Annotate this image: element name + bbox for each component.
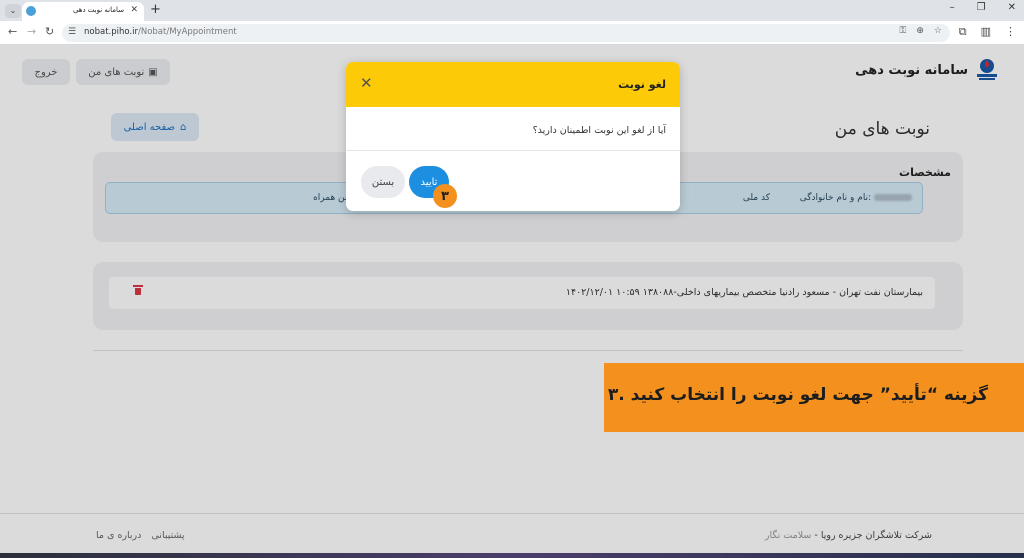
forward-icon[interactable]: →: [27, 25, 36, 38]
url-input[interactable]: ☰ nobat.piho.ir/Nobat/MyAppointment ⚿ ⊕ …: [62, 24, 950, 42]
modal-message: آیا از لغو این نوبت اطمینان دارید؟: [532, 125, 666, 136]
address-bar-row: ← → ↻ ☰ nobat.piho.ir/Nobat/MyAppointmen…: [0, 21, 1024, 45]
extensions-icon[interactable]: ⧉: [959, 25, 967, 39]
modal-header: لغو نوبت ✕: [346, 62, 680, 107]
browser-tab[interactable]: سامانه نوبت دهی ✕: [22, 2, 144, 21]
restore-icon[interactable]: ❐: [977, 2, 986, 13]
cancel-appointment-modal: لغو نوبت ✕ آیا از لغو این نوبت اطمینان د…: [346, 62, 680, 211]
close-window-icon[interactable]: ✕: [1008, 2, 1016, 13]
url-path: /Nobat/MyAppointment: [137, 27, 237, 37]
zoom-icon[interactable]: ⊕: [916, 26, 924, 36]
tab-title: سامانه نوبت دهی: [72, 6, 124, 14]
key-icon[interactable]: ⚿: [900, 26, 907, 36]
back-icon[interactable]: ←: [8, 25, 17, 38]
bookmark-star-icon[interactable]: ☆: [934, 26, 942, 36]
callout-text: ۳. گزینه “تأیید” جهت لغو نوبت را انتخاب …: [607, 385, 988, 405]
url-domain: nobat.piho.ir: [84, 27, 138, 37]
instruction-callout: ۳. گزینه “تأیید” جهت لغو نوبت را انتخاب …: [604, 363, 1024, 432]
site-info-icon[interactable]: ☰: [68, 27, 76, 37]
tab-search-icon[interactable]: ⌄: [5, 4, 21, 18]
menu-kebab-icon[interactable]: ⋮: [1005, 25, 1016, 39]
close-icon[interactable]: ✕: [360, 74, 373, 92]
window-controls: – ❐ ✕: [950, 2, 1016, 13]
new-tab-button[interactable]: +: [150, 2, 161, 17]
modal-divider: [346, 150, 680, 151]
browser-tab-bar: ⌄ سامانه نوبت دهی ✕ + – ❐ ✕: [0, 0, 1024, 21]
minimize-icon[interactable]: –: [950, 2, 955, 13]
tab-close-icon[interactable]: ✕: [130, 5, 138, 15]
close-button[interactable]: بستن: [361, 166, 405, 198]
reload-icon[interactable]: ↻: [45, 25, 54, 38]
step-number-badge: ۳: [433, 184, 457, 208]
sidepanel-icon[interactable]: ▥: [981, 25, 991, 39]
taskbar-strip: [0, 553, 1024, 558]
favicon-icon: [26, 6, 36, 16]
modal-title: لغو نوبت: [618, 78, 666, 91]
